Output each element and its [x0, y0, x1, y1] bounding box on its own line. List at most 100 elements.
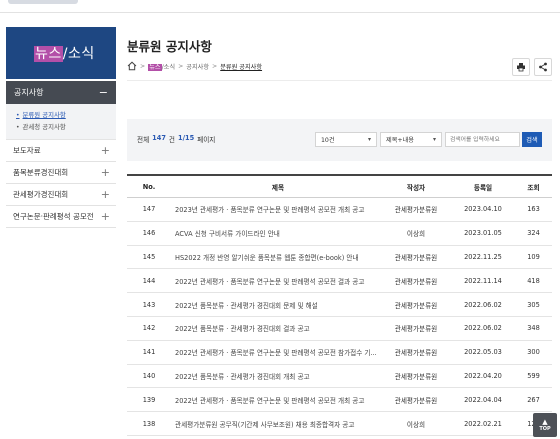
row-date: 2023.04.10 [464, 205, 502, 214]
notice-table: No. 제목 작성자 등록일 조회 147 2023년 관세평가 · 품목분류 … [127, 174, 552, 436]
page-title: 분류원 공지사항 [127, 39, 212, 54]
row-title-link[interactable]: HS2022 개정 반영 알기쉬운 품목분류 웹툰 종합편(e-book) 안내 [171, 252, 381, 262]
scroll-top-button[interactable]: ▲ TOP [533, 413, 557, 437]
sidebar-subitem-classification-notices[interactable]: • 분류원 공지사항 [16, 109, 116, 121]
row-date: 2022.11.14 [464, 276, 502, 285]
table-row[interactable]: 147 2023년 관세평가 · 품목분류 연구논문 및 판례평석 공모전 개최… [127, 198, 552, 222]
search-button[interactable]: 검색 [522, 132, 542, 147]
row-number: 142 [142, 324, 156, 333]
row-date: 2022.04.04 [464, 395, 502, 404]
total-unit: 건 [168, 136, 175, 144]
row-date: 2022.06.02 [464, 300, 502, 309]
row-title-link[interactable]: 2022년 품목분류 · 관세평가 경진대회 개최 공고 [171, 371, 381, 381]
row-title-link[interactable]: 2022년 품목분류 · 관세평가 경진대회 결과 공고 [171, 323, 381, 333]
row-date: 2022.11.25 [464, 252, 502, 261]
total-label: 전체 [137, 136, 150, 144]
header-divider [127, 80, 552, 81]
search-field-value: 제목+내용 [386, 137, 414, 144]
search-field-select[interactable]: 제목+내용 ▾ [380, 132, 442, 147]
row-title-link[interactable]: 2022년 관세평가 · 품목분류 연구논문 및 판례평석 공모전 개최 공고 [171, 395, 381, 405]
chevron-down-icon: ▾ [367, 136, 371, 143]
expand-icon: + [100, 210, 110, 223]
collapse-icon: − [98, 86, 108, 99]
sidebar-item-label: 공지사항 [14, 88, 44, 97]
row-date: 2022.04.20 [464, 371, 502, 380]
row-number: 145 [142, 252, 156, 261]
chevron-up-icon: ▲ [542, 417, 548, 426]
bullet-icon: • [16, 112, 20, 119]
sidebar-subitem-customs-notices[interactable]: • 관세청 공지사항 [16, 121, 116, 133]
row-author: 관세평가분류원 [394, 372, 438, 381]
row-title-link[interactable]: 관세평가분류원 공무직(기간제 사무보조원) 채용 최종합격자 공고 [171, 419, 381, 429]
site-logo[interactable] [8, 0, 78, 4]
expand-icon: + [100, 144, 110, 157]
page-size-select[interactable]: 10건 ▾ [315, 132, 377, 147]
table-row[interactable]: 143 2022년 품목분류 · 관세평가 경진대회 문제 및 해설 관세평가분… [127, 293, 552, 317]
table-row[interactable]: 141 2022년 관세평가 · 품목분류 연구논문 및 판례평석 공모전 참가… [127, 341, 552, 365]
table-row[interactable]: 138 관세평가분류원 공무직(기간제 사무보조원) 채용 최종합격자 공고 이… [127, 412, 552, 436]
row-title-link[interactable]: 2022년 품목분류 · 관세평가 경진대회 문제 및 해설 [171, 300, 381, 310]
breadcrumb: > 뉴스/소식 > 공지사항 > 분류원 공지사항 [127, 61, 262, 71]
sidebar-item-notices[interactable]: 공지사항 − [6, 81, 116, 104]
breadcrumb-news-rest: /소식 [161, 63, 176, 71]
sidebar-item-valuation-contest[interactable]: 관세평가경진대회 + [6, 184, 116, 206]
sidebar-item-label: 품목분류경진대회 [13, 168, 69, 177]
sidebar-item-press[interactable]: 보도자료 + [6, 140, 116, 162]
sidebar-item-label: 관세평가경진대회 [13, 190, 69, 199]
row-number: 141 [142, 348, 156, 357]
table-row[interactable]: 140 2022년 품목분류 · 관세평가 경진대회 개최 공고 관세평가분류원… [127, 365, 552, 389]
share-icon [539, 62, 547, 72]
row-author: 관세평가분류원 [394, 349, 438, 358]
row-date: 2023.01.05 [464, 229, 502, 238]
breadcrumb-news[interactable]: 뉴스/소식 [148, 62, 175, 71]
table-row[interactable]: 142 2022년 품목분류 · 관세평가 경진대회 결과 공고 관세평가분류원… [127, 317, 552, 341]
page-tools [512, 58, 552, 76]
row-author: 관세평가분류원 [394, 277, 438, 286]
sidebar-hero-title: 뉴스/소식 [34, 43, 95, 63]
row-title-link[interactable]: 2022년 관세평가 · 품목분류 연구논문 및 판례평석 공모전 결과 공고 [171, 276, 381, 286]
row-views: 348 [527, 324, 540, 333]
search-highlight: 뉴스 [34, 46, 63, 62]
row-date: 2022.06.02 [464, 324, 502, 333]
row-views: 300 [527, 348, 540, 357]
row-number: 138 [142, 419, 156, 428]
row-views: 305 [527, 300, 540, 309]
search-input[interactable] [445, 132, 520, 147]
sidebar-subitem-label: 관세청 공지사항 [22, 123, 66, 131]
breadcrumb-current[interactable]: 분류원 공지사항 [220, 62, 262, 71]
column-header-no: No. [142, 182, 156, 191]
row-views: 418 [527, 276, 540, 285]
sidebar-subitem-label: 분류원 공지사항 [22, 111, 66, 119]
breadcrumb-notices[interactable]: 공지사항 [186, 62, 209, 71]
table-row[interactable]: 145 HS2022 개정 반영 알기쉬운 품목분류 웹툰 종합편(e-book… [127, 246, 552, 270]
result-count: 전체 147 건 1/15 페이지 [137, 134, 215, 144]
sidebar-menu: 공지사항 − • 분류원 공지사항 • 관세청 공지사항 보도자료 + 품목분류경진… [6, 81, 116, 228]
search-highlight: 뉴스 [148, 63, 162, 71]
row-title-link[interactable]: ACVA 신청 구비서류 가이드라인 안내 [171, 228, 381, 238]
row-author: 관세평가분류원 [394, 206, 438, 215]
row-author: 관세평가분류원 [394, 325, 438, 334]
row-author: 관세평가분류원 [394, 301, 438, 310]
column-header-author: 작성자 [406, 183, 426, 192]
table-row[interactable]: 144 2022년 관세평가 · 품목분류 연구논문 및 판례평석 공모전 결과… [127, 269, 552, 294]
sidebar-item-classification-contest[interactable]: 품목분류경진대회 + [6, 162, 116, 184]
row-title-link[interactable]: 2022년 관세평가 · 품목분류 연구논문 및 판례평석 공모전 참가접수 기… [171, 347, 381, 357]
table-row[interactable]: 146 ACVA 신청 구비서류 가이드라인 안내 이상희 2023.01.05… [127, 222, 552, 246]
sidebar-hero-title-rest: /소식 [62, 46, 95, 62]
share-button[interactable] [534, 58, 552, 76]
top-header-bar [0, 0, 560, 13]
row-number: 147 [142, 205, 156, 214]
expand-icon: + [100, 166, 110, 179]
sidebar-item-label: 보도자료 [13, 146, 41, 155]
page-label: 페이지 [197, 136, 216, 144]
breadcrumb-separator: > [212, 62, 218, 70]
row-number: 146 [142, 229, 156, 238]
row-views: 599 [527, 371, 540, 380]
print-button[interactable] [512, 58, 530, 76]
breadcrumb-separator: > [178, 62, 184, 70]
sidebar-item-paper-contest[interactable]: 연구논문·판례평석 공모전 + [6, 206, 116, 228]
row-date: 2022.05.03 [464, 348, 502, 357]
table-row[interactable]: 139 2022년 관세평가 · 품목분류 연구논문 및 판례평석 공모전 개최… [127, 388, 552, 413]
home-icon[interactable] [127, 61, 137, 71]
row-title-link[interactable]: 2023년 관세평가 · 품목분류 연구논문 및 판례평석 공모전 개최 공고 [171, 204, 381, 214]
